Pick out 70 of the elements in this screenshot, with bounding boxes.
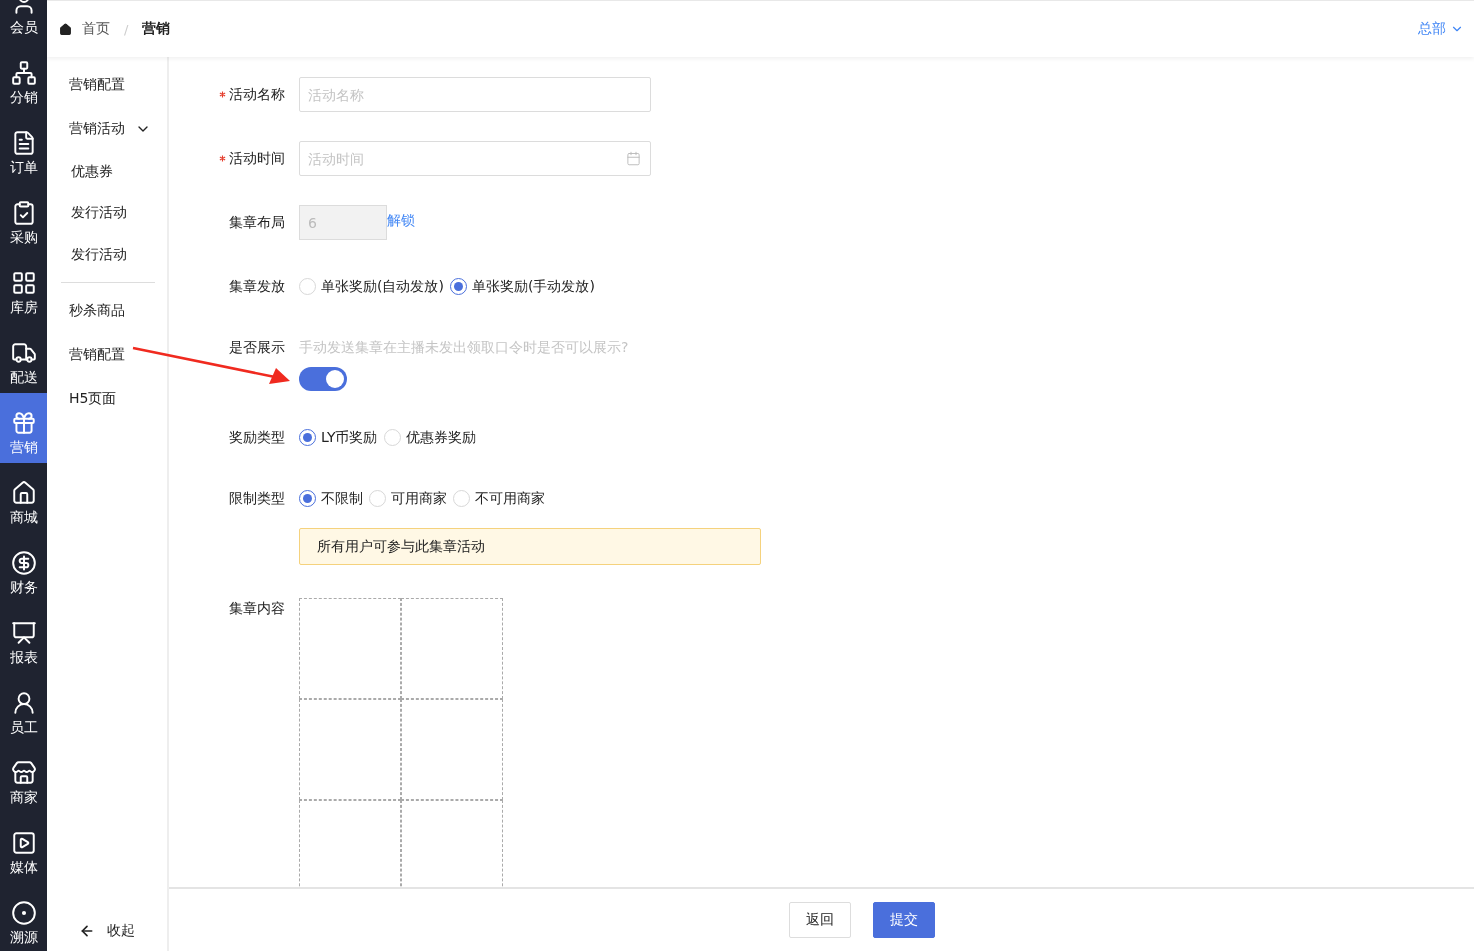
field-label: 活动名称 [219, 86, 285, 103]
menu-item[interactable]: 发行活动 [47, 192, 167, 234]
menu-group[interactable]: 营销活动 [47, 107, 167, 151]
stamp-slot[interactable] [401, 800, 503, 887]
breadcrumb-item[interactable]: 营销 [142, 20, 171, 38]
menu-item[interactable]: 发行活动 [47, 234, 167, 276]
date-input[interactable]: 活动时间 [299, 141, 651, 176]
nav-rail-item[interactable]: 商城 [0, 463, 47, 533]
target-icon [10, 900, 37, 926]
required-icon [219, 91, 226, 98]
nav-rail-item[interactable]: 配送 [0, 323, 47, 393]
radio-option[interactable]: LY币奖励 [299, 428, 378, 447]
submit-button[interactable]: 提交 [872, 902, 935, 938]
radio-option[interactable]: 不可用商家 [453, 489, 545, 508]
required-icon [219, 155, 226, 162]
field-label: 活动时间 [219, 150, 285, 167]
stamp-slot[interactable] [401, 598, 503, 699]
gift-icon [10, 410, 37, 436]
arrow-left-icon [79, 923, 95, 939]
field-label: 是否展示 [229, 339, 285, 356]
coin-icon [10, 550, 37, 576]
menu-item[interactable]: 秒杀商品 [47, 288, 167, 333]
nav-rail-item[interactable]: 分销 [0, 43, 47, 113]
toggle-switch[interactable] [299, 367, 347, 391]
network-icon [10, 60, 37, 86]
nav-rail-item[interactable]: 媒体 [0, 813, 47, 883]
calendar-icon [626, 151, 641, 166]
menu-item[interactable]: H5页面 [47, 376, 167, 421]
stamp-slot[interactable] [401, 699, 503, 800]
home-icon [59, 22, 72, 36]
nav-rail-item[interactable]: 订单 [0, 113, 47, 183]
collapse-button[interactable]: 收起 [73, 921, 141, 941]
breadcrumb-separator: / [124, 21, 129, 37]
nav-rail-item[interactable]: 商家 [0, 743, 47, 813]
nav-rail-item[interactable]: 员工 [0, 673, 47, 743]
stamp-slot[interactable] [299, 800, 401, 887]
notice-banner: 所有用户可参与此集章活动 [299, 528, 761, 565]
nav-rail-item[interactable]: 溯源 [0, 883, 47, 951]
field-label: 集章发放 [229, 278, 285, 295]
nav-rail-item[interactable]: 报表 [0, 603, 47, 673]
radio-option[interactable]: 可用商家 [369, 489, 447, 508]
menu-item[interactable]: 营销配置 [47, 63, 167, 107]
field-label: 集章内容 [229, 600, 285, 617]
nav-rail-item[interactable]: 采购 [0, 183, 47, 253]
radio-option[interactable]: 不限制 [299, 489, 363, 508]
stamp-slot[interactable] [299, 598, 401, 699]
breadcrumb-item[interactable]: 首页 [82, 20, 110, 38]
nav-rail-item[interactable]: 会员 [0, 0, 47, 43]
nav-rail-item[interactable]: 财务 [0, 533, 47, 603]
unlock-link[interactable]: 解锁 [387, 205, 415, 240]
truck-icon [10, 340, 37, 366]
menu-item[interactable]: 优惠券 [47, 151, 167, 193]
store-icon [10, 760, 37, 786]
menu-item[interactable]: 营销配置 [47, 332, 167, 377]
house-icon [10, 480, 37, 506]
text-input[interactable]: 活动名称 [299, 77, 651, 112]
radio-option[interactable]: 优惠券奖励 [383, 428, 476, 447]
nav-rail-item[interactable]: 库房 [0, 253, 47, 323]
field-label: 集章布局 [229, 214, 285, 231]
field-label: 限制类型 [229, 490, 285, 507]
play-icon [10, 830, 37, 856]
chart-icon [10, 620, 37, 646]
back-button[interactable]: 返回 [788, 902, 851, 938]
radio-option[interactable]: 单张奖励(手动发放) [449, 277, 595, 296]
radio-option[interactable]: 单张奖励(自动发放) [299, 277, 444, 296]
org-switch[interactable]: 总部 [1418, 20, 1464, 38]
stamp-slot[interactable] [299, 699, 401, 800]
field-label: 奖励类型 [229, 429, 285, 446]
grid-icon [10, 270, 37, 296]
nav-rail-item[interactable]: 营销 [0, 393, 47, 463]
